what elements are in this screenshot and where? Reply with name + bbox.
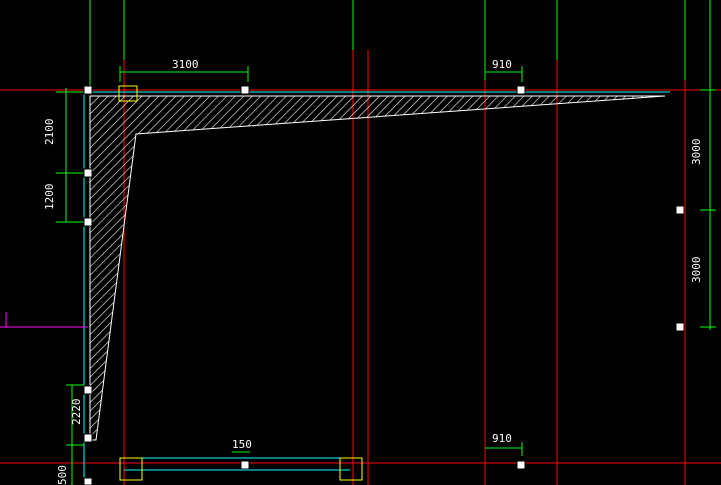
dim-left-2100: 2100 [43,119,56,146]
square-grip-icon [675,322,685,332]
grip-points[interactable] [83,85,685,485]
magenta-leader [0,312,88,328]
right-dimension-lines [700,89,716,330]
square-grip-icon [83,433,93,443]
square-grip-icon [83,385,93,395]
dim-left-1200: 1200 [43,184,56,211]
hatched-slab [89,95,666,441]
dim-bottom-150: 150 [232,438,252,451]
cad-drawing-canvas[interactable]: 3100 910 150 910 2100 1200 2220 500 3000… [0,0,721,485]
square-grip-icon [83,477,93,485]
frame-lines [83,88,670,485]
square-grip-icon [516,85,526,95]
yellow-markers [118,85,363,481]
dim-right-3000-lower: 3000 [690,257,703,284]
dim-top-910: 910 [492,58,512,71]
square-grip-icon [240,460,250,470]
dim-left-2220: 2220 [70,399,83,426]
square-grip-icon [675,205,685,215]
square-grip-icon [516,460,526,470]
square-grip-icon [83,85,93,95]
bottom-dimension-lines [232,442,523,456]
dim-right-3000-upper: 3000 [690,139,703,166]
square-grip-icon [240,85,250,95]
column-lines [89,0,711,90]
dim-top-3100: 3100 [172,58,199,71]
square-grip-icon [83,168,93,178]
dim-left-500: 500 [56,465,69,485]
dim-bottom-910: 910 [492,432,512,445]
square-grip-icon [83,217,93,227]
